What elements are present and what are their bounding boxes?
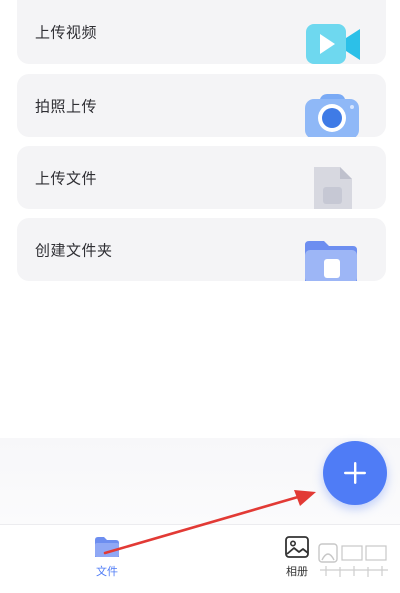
tab-files[interactable]: 文件 (77, 535, 137, 587)
image-tab-icon (284, 535, 310, 559)
plus-icon (344, 462, 366, 484)
upload-options-menu: 上传视频 拍照上传 上传文件 创建文件夹 (17, 0, 386, 290)
upload-video-label: 上传视频 (35, 23, 98, 42)
tab-files-label: 文件 (96, 565, 118, 578)
take-photo-option[interactable]: 拍照上传 (17, 74, 386, 137)
folder-icon (302, 235, 364, 281)
upload-file-label: 上传文件 (35, 169, 98, 187)
folder-tab-icon (94, 535, 120, 559)
video-icon (302, 18, 364, 64)
take-photo-label: 拍照上传 (35, 97, 98, 115)
create-folder-label: 创建文件夹 (35, 241, 113, 259)
create-folder-option[interactable]: 创建文件夹 (17, 218, 386, 281)
tab-album-label: 相册 (286, 565, 308, 578)
file-icon (302, 163, 364, 209)
upload-file-option[interactable]: 上传文件 (17, 146, 386, 209)
watermark-logo (318, 543, 388, 577)
add-button[interactable] (323, 441, 387, 505)
upload-video-option[interactable]: 上传视频 (17, 0, 386, 64)
camera-icon (302, 91, 364, 137)
